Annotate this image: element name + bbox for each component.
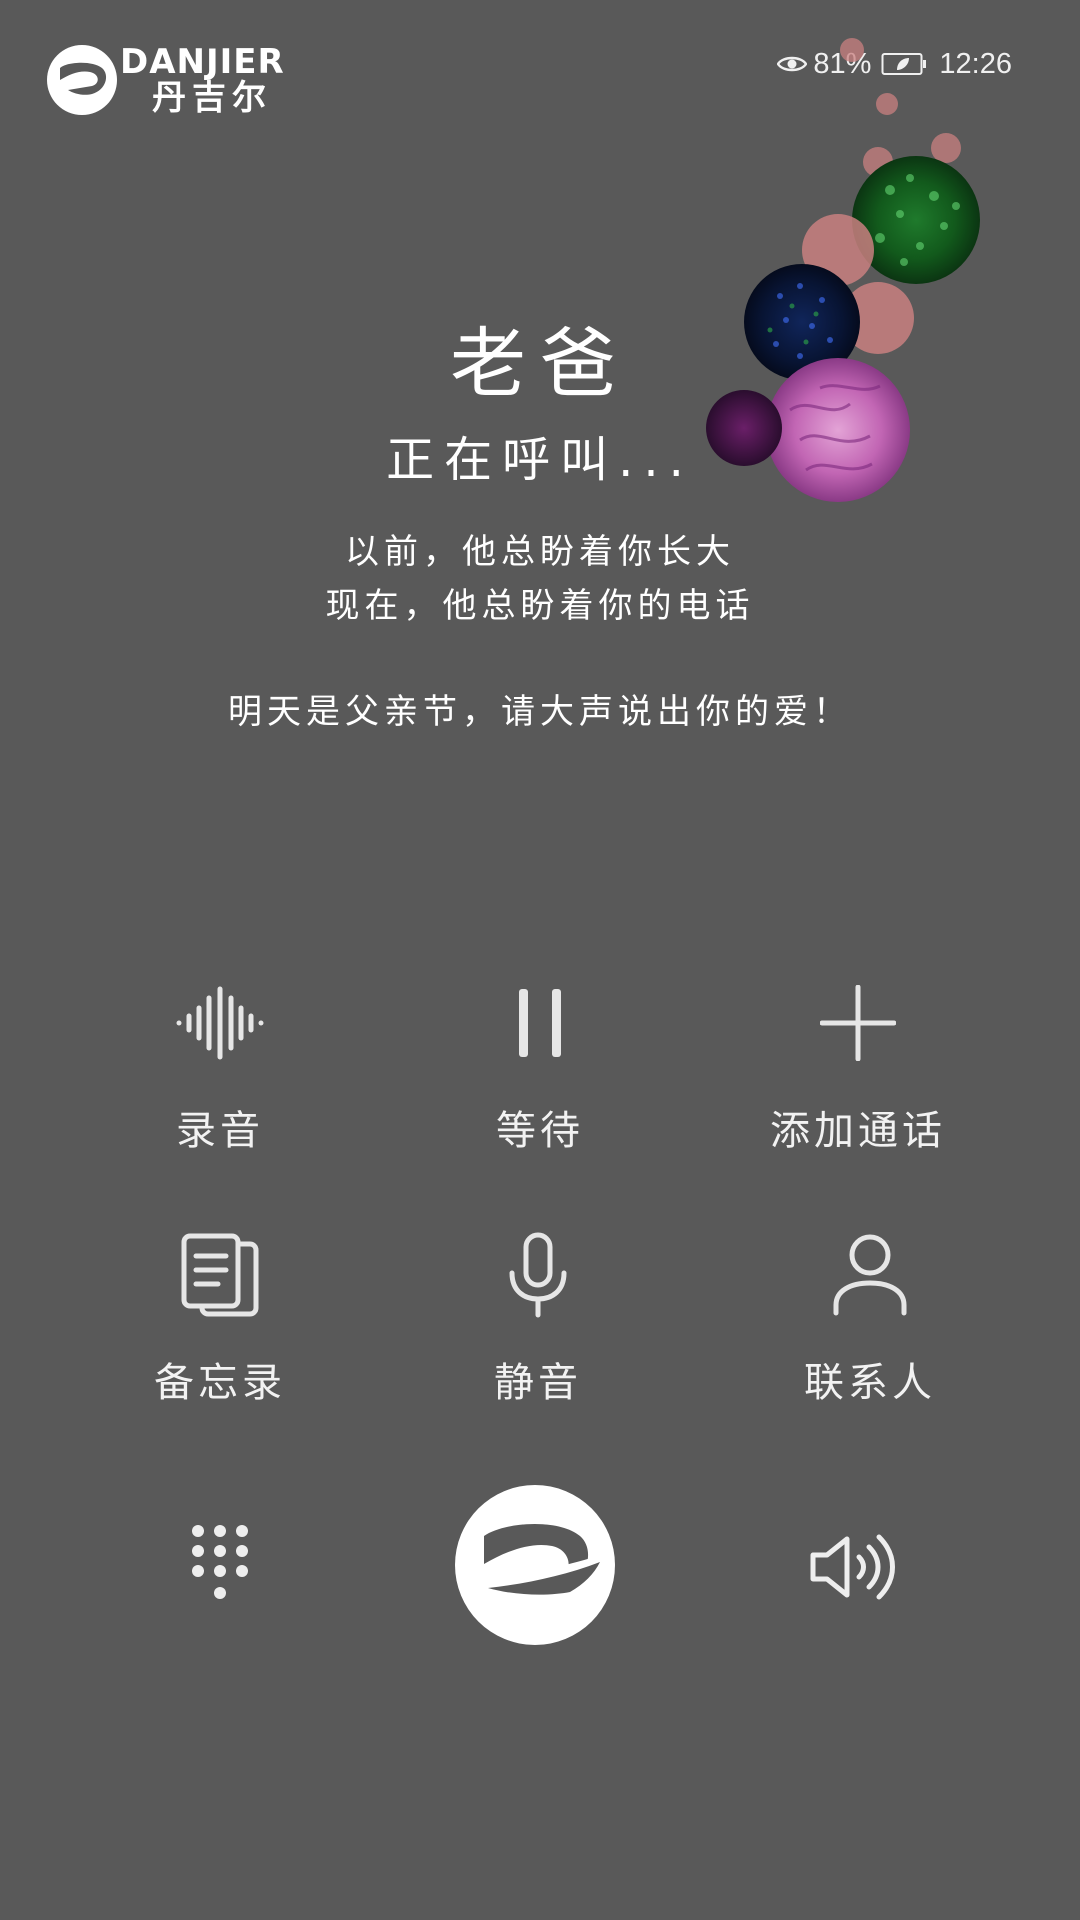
speaker-button[interactable] — [806, 1526, 902, 1608]
end-call-button[interactable] — [454, 1484, 616, 1646]
caller-name: 老爸 — [450, 319, 630, 408]
add-call-button[interactable]: 添加通话 — [728, 978, 988, 1156]
contacts-label: 联系人 — [804, 1360, 936, 1406]
mute-label: 静音 — [494, 1360, 582, 1406]
person-icon — [833, 1234, 907, 1316]
call-status: 正在呼叫... — [386, 432, 694, 488]
hold-label: 等待 — [496, 1108, 584, 1154]
mute-button[interactable]: 静音 — [408, 1230, 668, 1408]
pause-icon — [519, 989, 561, 1057]
microphone-icon — [509, 1232, 567, 1318]
plus-icon — [820, 985, 896, 1061]
add-call-label: 添加通话 — [770, 1108, 946, 1154]
message-line-3: 明天是父亲节，请大声说出你的爱！ — [228, 692, 852, 732]
notes-icon — [181, 1233, 259, 1317]
record-button[interactable]: 录音 — [90, 978, 350, 1156]
call-screen: DANJIER 丹吉尔 81% 12:26 老爸 正在呼叫... 以前，他总盼着… — [0, 0, 1080, 1920]
notes-button[interactable]: 备忘录 — [90, 1230, 350, 1408]
message-line-1: 以前，他总盼着你长大 — [345, 532, 735, 572]
dialpad-icon — [192, 1525, 248, 1599]
speaker-icon — [810, 1534, 895, 1600]
message-line-2: 现在，他总盼着你的电话 — [325, 586, 755, 626]
dialpad-button[interactable] — [180, 1520, 260, 1610]
waveform-icon — [176, 986, 264, 1060]
danjier-logo-icon — [455, 1485, 615, 1645]
contacts-button[interactable]: 联系人 — [740, 1230, 1000, 1408]
hold-button[interactable]: 等待 — [410, 978, 670, 1156]
notes-label: 备忘录 — [154, 1360, 286, 1406]
record-label: 录音 — [176, 1108, 264, 1154]
